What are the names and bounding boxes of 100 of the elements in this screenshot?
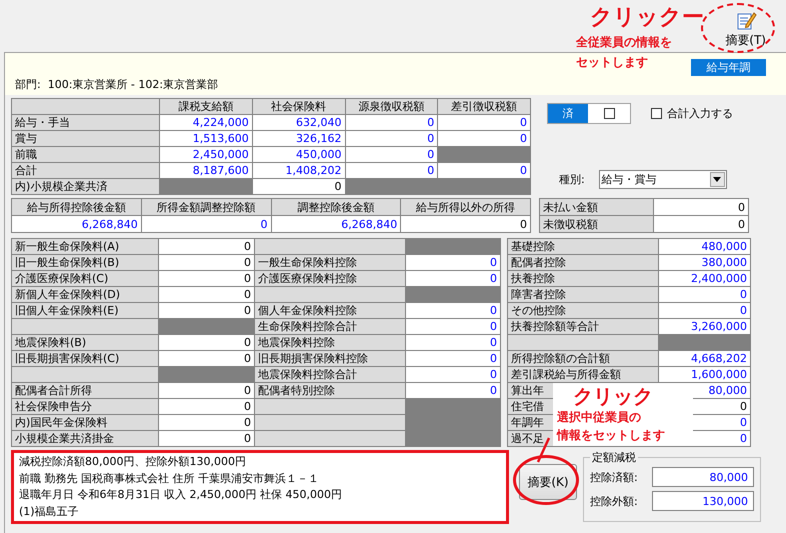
type-dropdown[interactable]: 給与・賞与 <box>598 170 727 189</box>
total-input-checkbox[interactable]: 合計入力する <box>651 106 733 121</box>
row-label: 地震保険料控除 <box>254 334 406 350</box>
row-label: 給与・手当 <box>12 114 160 130</box>
department-label: 部門: 100:東京営業所 - 102:東京営業部 <box>15 77 218 92</box>
row-label: 扶養控除 <box>508 270 658 286</box>
table-cell: 0 <box>658 302 750 318</box>
group-title: 定額減税 <box>591 450 637 465</box>
row-label: 差引課税給与所得金額 <box>508 366 658 382</box>
row-label: 扶養控除額等合計 <box>508 318 658 334</box>
table-cell: 0 <box>158 286 254 302</box>
table-cell: 0 <box>158 238 254 254</box>
row-label: 介護医療保険料(C) <box>12 270 158 286</box>
row-label: 地震保険料(B) <box>12 334 158 350</box>
table-cell: 0 <box>141 216 271 232</box>
table-cell: 0 <box>158 382 254 398</box>
table-cell: 0 <box>400 216 530 232</box>
row-label: 前職 <box>12 146 160 162</box>
annotation-text: セットします <box>576 54 649 71</box>
table-cell: 0 <box>406 302 500 318</box>
table-cell: 4,224,000 <box>160 114 252 130</box>
type-label: 種別: <box>559 172 585 187</box>
row-label: 配偶者特別控除 <box>254 382 406 398</box>
field-label: 控除外額: <box>590 494 638 508</box>
summary-toolbar-button[interactable]: 摘要(T) <box>723 10 768 49</box>
row-label: 生命保険料控除合計 <box>254 318 406 334</box>
table-cell: 2,400,000 <box>658 270 750 286</box>
memo-line: 前職 勤務先 国税商事株式会社 住所 千葉県浦安市舞浜１－１ <box>19 470 320 486</box>
table-cell: 6,268,840 <box>12 216 142 232</box>
table-cell: 632,040 <box>252 114 345 130</box>
column-header: 源泉徴収税額 <box>345 98 438 114</box>
table-cell: 0 <box>406 350 500 366</box>
row-label: 内)国民年金保険料 <box>12 414 158 430</box>
table-cell: 0 <box>345 130 438 146</box>
memo-line: 減税控除済額80,000円、控除外額130,000円 <box>19 454 247 470</box>
column-header: 給与所得以外の所得 <box>400 198 530 216</box>
row-label: 小規模企業共済掛金 <box>12 430 158 446</box>
table-cell: 3,260,000 <box>658 318 750 334</box>
amount-field[interactable]: 130,000 <box>652 491 754 511</box>
table-cell: 0 <box>406 254 500 270</box>
row-label: 配偶者合計所得 <box>12 382 158 398</box>
table-cell: 8,187,600 <box>160 162 252 178</box>
table-cell: 4,668,202 <box>658 350 750 366</box>
table-cell: 0 <box>406 270 500 286</box>
table-cell: 0 <box>158 414 254 430</box>
annotation-text: 全従業員の情報を <box>576 34 673 51</box>
amount-field[interactable]: 80,000 <box>652 467 754 487</box>
table-cell: 0 <box>406 318 500 334</box>
column-header: 差引徴収税額 <box>438 98 530 114</box>
highlight-ring <box>513 455 579 505</box>
memo-line: 退職年月日 令和6年8月31日 収入 2,450,000円 社保 450,000円 <box>19 487 343 503</box>
table-cell: 0 <box>438 130 530 146</box>
column-header: 社会保険料 <box>252 98 345 114</box>
done-toggle[interactable]: 済 <box>547 103 631 124</box>
table-cell: 0 <box>438 114 530 130</box>
table-cell: 0 <box>406 366 500 382</box>
table-cell: 0 <box>345 114 438 130</box>
table-cell: 0 <box>345 162 438 178</box>
table-cell: 0 <box>158 302 254 318</box>
memo-box[interactable]: 減税控除済額80,000円、控除外額130,000円 前職 勤務先 国税商事株式会社 住所 千葉県浦安市舞浜１－１ 退職年月日 令和6年8月31日 収入 2,450,000円 社保 450,000円 (1)福島五子 <box>11 450 509 524</box>
table-cell: 2,450,000 <box>160 146 252 162</box>
annotation-title: クリックー <box>590 4 704 32</box>
column-header: 給与所得控除後金額 <box>12 198 142 216</box>
row-label: 社会保険申告分 <box>12 398 158 414</box>
row-label: 障害者控除 <box>508 286 658 302</box>
table-cell: 326,162 <box>252 130 345 146</box>
row-label: 介護医療保険料控除 <box>254 270 406 286</box>
row-label: その他控除 <box>508 302 658 318</box>
summary-button[interactable]: 摘要(K) <box>519 464 577 500</box>
row-label: 配偶者控除 <box>508 254 658 270</box>
field-label: 控除済額: <box>590 470 638 484</box>
row-label: 旧個人年金保険料(E) <box>12 302 158 318</box>
table-cell: 450,000 <box>252 146 345 162</box>
row-label: 一般生命保険料控除 <box>254 254 406 270</box>
table-cell: 0 <box>438 162 530 178</box>
row-label: 地震保険料控除合計 <box>254 366 406 382</box>
table-cell: 6,268,840 <box>271 216 401 232</box>
table-cell: 0 <box>158 398 254 414</box>
row-label: 未払い金額 <box>540 198 654 216</box>
notepad-pencil-icon <box>734 10 757 30</box>
row-label: 賞与 <box>12 130 160 146</box>
table-cell: 480,000 <box>658 238 750 254</box>
column-header: 所得金額調整控除額 <box>141 198 271 216</box>
table-cell: 0 <box>406 334 500 350</box>
row-label: 旧長期損害保険料控除 <box>254 350 406 366</box>
table-cell: 0 <box>654 198 748 216</box>
table-cell: 0 <box>654 216 748 232</box>
table-cell: 0 <box>158 350 254 366</box>
row-label: 新個人年金保険料(D) <box>12 286 158 302</box>
row-label: 内)小規模企業共済 <box>12 178 160 194</box>
table-cell: 0 <box>406 382 500 398</box>
table-cell: 0 <box>158 254 254 270</box>
table-cell: 380,000 <box>658 254 750 270</box>
table-cell: 0 <box>158 334 254 350</box>
row-label: 未徴収税額 <box>540 216 654 232</box>
table-cell: 0 <box>158 430 254 446</box>
row-label: 旧長期損害保険料(C) <box>12 350 158 366</box>
memo-line: (1)福島五子 <box>19 504 80 520</box>
table-cell: 1,600,000 <box>658 366 750 382</box>
column-header: 課税支給額 <box>160 98 252 114</box>
